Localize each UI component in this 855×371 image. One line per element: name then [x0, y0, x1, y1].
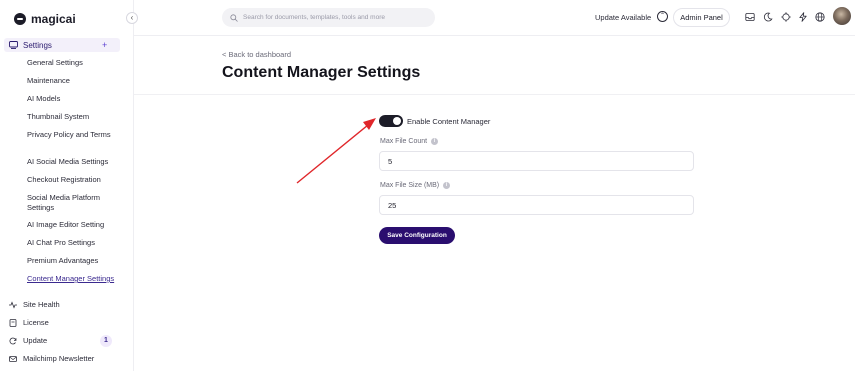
- chevron-up-icon[interactable]: ⌃: [657, 11, 668, 22]
- search-icon: [230, 13, 238, 22]
- sidebar-item-site-health[interactable]: Site Health: [9, 300, 60, 309]
- mail-icon: [9, 355, 17, 362]
- header-divider: [134, 94, 855, 95]
- enable-content-manager-label: Enable Content Manager: [407, 117, 491, 126]
- refresh-icon: [9, 337, 17, 344]
- license-icon: [9, 318, 17, 327]
- sidebar: magicai Settings + General Settings Main…: [0, 0, 134, 371]
- back-to-dashboard-link[interactable]: < Back to dashboard: [222, 50, 291, 59]
- max-file-size-input[interactable]: [379, 195, 694, 215]
- max-file-count-label-text: Max File Count: [380, 138, 428, 145]
- bolt-icon[interactable]: [798, 12, 808, 22]
- sidebar-item-update-label: Update: [23, 336, 48, 345]
- update-available-label[interactable]: Update Available: [595, 13, 651, 22]
- sidebar-item-mailchimp-label: Mailchimp Newsletter: [23, 354, 95, 363]
- admin-panel-button[interactable]: Admin Panel: [673, 8, 730, 27]
- avatar[interactable]: [833, 7, 851, 25]
- page-title: Content Manager Settings: [222, 64, 421, 81]
- max-file-count-label: Max File Count i: [380, 138, 439, 145]
- sidebar-item-privacy-policy[interactable]: Privacy Policy and Terms: [27, 130, 119, 140]
- sidebar-item-social-media-platform[interactable]: Social Media Platform Settings: [27, 193, 119, 213]
- pulse-icon: [9, 300, 17, 309]
- sidebar-item-site-health-label: Site Health: [23, 300, 60, 309]
- moon-icon[interactable]: [763, 12, 773, 22]
- sidebar-item-license[interactable]: License: [9, 318, 49, 327]
- settings-icon: [9, 41, 18, 49]
- brand-name: magicai: [31, 12, 76, 26]
- chevron-left-icon[interactable]: ‹: [126, 12, 138, 24]
- max-file-size-label-text: Max File Size (MB): [380, 182, 440, 189]
- info-icon[interactable]: i: [443, 182, 451, 189]
- sidebar-item-ai-chat-pro[interactable]: AI Chat Pro Settings: [27, 238, 119, 248]
- sidebar-item-thumbnail-system[interactable]: Thumbnail System: [27, 112, 119, 122]
- sidebar-item-update[interactable]: Update: [9, 336, 47, 345]
- brand[interactable]: magicai: [14, 12, 76, 26]
- sidebar-item-license-label: License: [23, 318, 49, 327]
- sidebar-item-ai-image-editor[interactable]: AI Image Editor Setting: [27, 220, 119, 230]
- topbar: Update Available ⌃ Admin Panel: [134, 0, 855, 36]
- sidebar-item-settings[interactable]: Settings: [9, 38, 52, 52]
- search-input[interactable]: [243, 14, 433, 21]
- sidebar-item-maintenance[interactable]: Maintenance: [27, 76, 119, 86]
- settings-expand-icon[interactable]: +: [102, 38, 107, 52]
- sidebar-item-settings-label: Settings: [23, 40, 52, 50]
- max-file-size-label: Max File Size (MB) i: [380, 182, 451, 189]
- enable-content-manager-toggle[interactable]: [379, 115, 403, 127]
- logo-icon: [14, 13, 26, 25]
- sidebar-item-general-settings[interactable]: General Settings: [27, 58, 119, 68]
- sidebar-item-checkout-registration[interactable]: Checkout Registration: [27, 175, 119, 185]
- toggle-knob: [393, 117, 401, 125]
- max-file-count-input[interactable]: [379, 151, 694, 171]
- update-count-badge: 1: [100, 335, 112, 347]
- sidebar-item-ai-social-media-settings[interactable]: AI Social Media Settings: [27, 157, 119, 167]
- sidebar-item-mailchimp[interactable]: Mailchimp Newsletter: [9, 354, 94, 363]
- target-icon[interactable]: [781, 12, 791, 22]
- search-bar[interactable]: [222, 8, 435, 27]
- sidebar-item-premium-advantages[interactable]: Premium Advantages: [27, 256, 119, 266]
- inbox-icon[interactable]: [745, 12, 755, 22]
- globe-icon[interactable]: [815, 12, 825, 22]
- sidebar-item-ai-models[interactable]: AI Models: [27, 94, 119, 104]
- info-icon[interactable]: i: [431, 138, 439, 145]
- save-configuration-button[interactable]: Save Configuration: [379, 227, 455, 244]
- sidebar-item-content-manager[interactable]: Content Manager Settings: [27, 274, 119, 284]
